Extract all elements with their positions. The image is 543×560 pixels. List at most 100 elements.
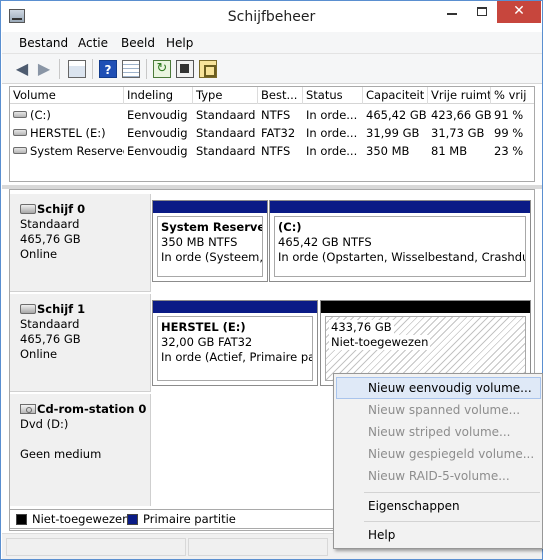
menu-item-nieuw-raid5-volume[interactable]: Nieuw RAID-5-volume...	[336, 465, 541, 487]
column-header-indeling[interactable]: Indeling	[124, 87, 193, 104]
maximize-icon	[477, 7, 487, 16]
title-bar[interactable]: Schijfbeheer ✕	[1, 1, 542, 31]
refresh-icon[interactable]: ↻	[153, 60, 171, 78]
disk-icon[interactable]	[199, 60, 217, 78]
legend-swatch-primary	[127, 514, 138, 525]
minimize-icon	[447, 13, 457, 15]
partition-system-reserved[interactable]: System Reserved 350 MB NTFS In orde (Sys…	[152, 200, 268, 282]
column-header-status[interactable]: Status	[303, 87, 363, 104]
toolbar-separator	[146, 59, 147, 79]
primary-partition-bar	[270, 201, 530, 213]
cdrom-icon	[20, 403, 36, 414]
table-row[interactable]: System Reserved Eenvoudig Standaard NTFS…	[10, 142, 534, 160]
column-header-type[interactable]: Type	[193, 87, 258, 104]
hard-disk-icon	[20, 203, 36, 214]
menu-item-nieuw-spanned-volume[interactable]: Nieuw spanned volume...	[336, 399, 541, 421]
partition-body: (C:) 465,42 GB NTFS In orde (Opstarten, …	[274, 216, 526, 277]
context-menu: Nieuw eenvoudig volume... Nieuw spanned …	[333, 373, 543, 549]
primary-partition-bar	[153, 201, 267, 213]
back-arrow-icon[interactable]: ◀	[13, 60, 31, 78]
properties-icon[interactable]	[176, 60, 194, 78]
disk-name: Cd-rom-station 0	[37, 402, 147, 416]
close-button[interactable]: ✕	[497, 1, 541, 23]
disk-label-cdrom[interactable]: Cd-rom-station 0 Dvd (D:) Geen medium	[10, 394, 151, 506]
toolbar: ◀ ▶ ? ↻	[2, 54, 542, 84]
disk-size	[20, 432, 150, 447]
cell-volume: HERSTEL (E:)	[10, 124, 124, 142]
menu-item-nieuw-gespiegeld-volume[interactable]: Nieuw gespiegeld volume...	[336, 443, 541, 465]
column-header-pct-vrij[interactable]: % vrij	[491, 87, 534, 104]
cell-capaciteit: 350 MB	[366, 144, 410, 158]
toolbar-separator	[59, 59, 60, 79]
cell-capaciteit: 31,99 GB	[366, 126, 420, 140]
console-tree-icon[interactable]	[68, 60, 86, 78]
menu-separator	[364, 492, 540, 493]
menu-bestand[interactable]: Bestand	[19, 36, 68, 50]
disk-name: Schijf 0	[37, 202, 86, 216]
cell-indeling: Eenvoudig	[127, 126, 188, 140]
menu-beeld[interactable]: Beeld	[121, 36, 155, 50]
legend-primary: Primaire partitie	[143, 512, 236, 526]
drive-icon	[13, 147, 27, 154]
cell-status: In orde...	[306, 126, 358, 140]
status-segment	[188, 538, 328, 556]
table-row[interactable]: (C:) Eenvoudig Standaard NTFS In orde...…	[10, 106, 534, 124]
column-header-bestandssysteem[interactable]: Best...	[258, 87, 303, 104]
cell-type: Standaard	[196, 126, 256, 140]
partition-body: System Reserved 350 MB NTFS In orde (Sys…	[157, 216, 263, 277]
disk-kind: Standaard	[20, 217, 80, 231]
hard-disk-icon	[20, 303, 36, 314]
cell-vrije-ruimte: 423,66 GB	[431, 108, 491, 122]
cell-pct-vrij: 91 %	[494, 108, 524, 122]
partition-herstel[interactable]: HERSTEL (E:) 32,00 GB FAT32 In orde (Act…	[152, 300, 318, 386]
disk-state: Geen medium	[20, 447, 102, 461]
disk-kind: Standaard	[20, 317, 80, 331]
volume-list-header: Volume Indeling Type Best... Status Capa…	[10, 87, 534, 104]
maximize-button[interactable]	[467, 1, 497, 23]
help-icon[interactable]: ?	[99, 60, 117, 78]
disk-label-1[interactable]: Schijf 1 Standaard 465,76 GB Online	[10, 294, 151, 392]
legend-unallocated: Niet-toegewezen	[32, 512, 130, 526]
partition-status: In orde (Opstarten, Wisselbestand, Crash…	[278, 250, 526, 264]
cell-volume: (C:)	[10, 106, 124, 124]
table-row[interactable]: HERSTEL (E:) Eenvoudig Standaard FAT32 I…	[10, 124, 534, 142]
drive-icon	[13, 129, 27, 136]
menu-actie[interactable]: Actie	[78, 36, 108, 50]
cell-filesystem: FAT32	[261, 126, 296, 140]
menu-bar: Bestand Actie Beeld Help	[2, 32, 542, 54]
forward-arrow-icon[interactable]: ▶	[35, 60, 53, 78]
partition-body: 433,76 GB Niet-toegewezen	[325, 316, 526, 381]
cell-vrije-ruimte: 31,73 GB	[431, 126, 485, 140]
legend-swatch-unallocated	[16, 514, 27, 525]
partition-name: HERSTEL (E:)	[161, 320, 246, 334]
column-header-capaciteit[interactable]: Capaciteit	[363, 87, 428, 104]
toolbar-separator	[92, 59, 93, 79]
partition-name: System Reserved	[161, 220, 263, 234]
disk-state: Online	[20, 347, 58, 361]
disk-size: 465,76 GB	[20, 332, 81, 346]
cell-indeling: Eenvoudig	[127, 144, 188, 158]
partition-detail: 32,00 GB FAT32	[161, 335, 253, 349]
minimize-button[interactable]	[437, 1, 467, 23]
drive-icon	[13, 111, 27, 118]
column-header-vrije-ruimte[interactable]: Vrije ruimte	[428, 87, 491, 104]
cell-vrije-ruimte: 81 MB	[431, 144, 468, 158]
primary-partition-bar	[153, 301, 317, 313]
cell-filesystem: NTFS	[261, 108, 291, 122]
cell-pct-vrij: 99 %	[494, 126, 524, 140]
partition-status: In orde (Actief, Primaire partit	[161, 350, 312, 364]
cell-status: In orde...	[306, 108, 358, 122]
menu-item-nieuw-striped-volume[interactable]: Nieuw striped volume...	[336, 421, 541, 443]
list-view-icon[interactable]	[122, 60, 140, 78]
disk-kind: Dvd (D:)	[20, 417, 69, 431]
disk-name: Schijf 1	[37, 302, 86, 316]
menu-item-help[interactable]: Help	[336, 524, 541, 546]
cell-type: Standaard	[196, 144, 256, 158]
menu-item-nieuw-eenvoudig-volume[interactable]: Nieuw eenvoudig volume...	[336, 377, 541, 399]
disk-label-0[interactable]: Schijf 0 Standaard 465,76 GB Online	[10, 194, 151, 292]
partition-c[interactable]: (C:) 465,42 GB NTFS In orde (Opstarten, …	[269, 200, 531, 282]
menu-item-eigenschappen[interactable]: Eigenschappen	[336, 495, 541, 517]
menu-help[interactable]: Help	[166, 36, 193, 50]
column-header-volume[interactable]: Volume	[10, 87, 124, 104]
unallocated-bar	[321, 301, 530, 313]
